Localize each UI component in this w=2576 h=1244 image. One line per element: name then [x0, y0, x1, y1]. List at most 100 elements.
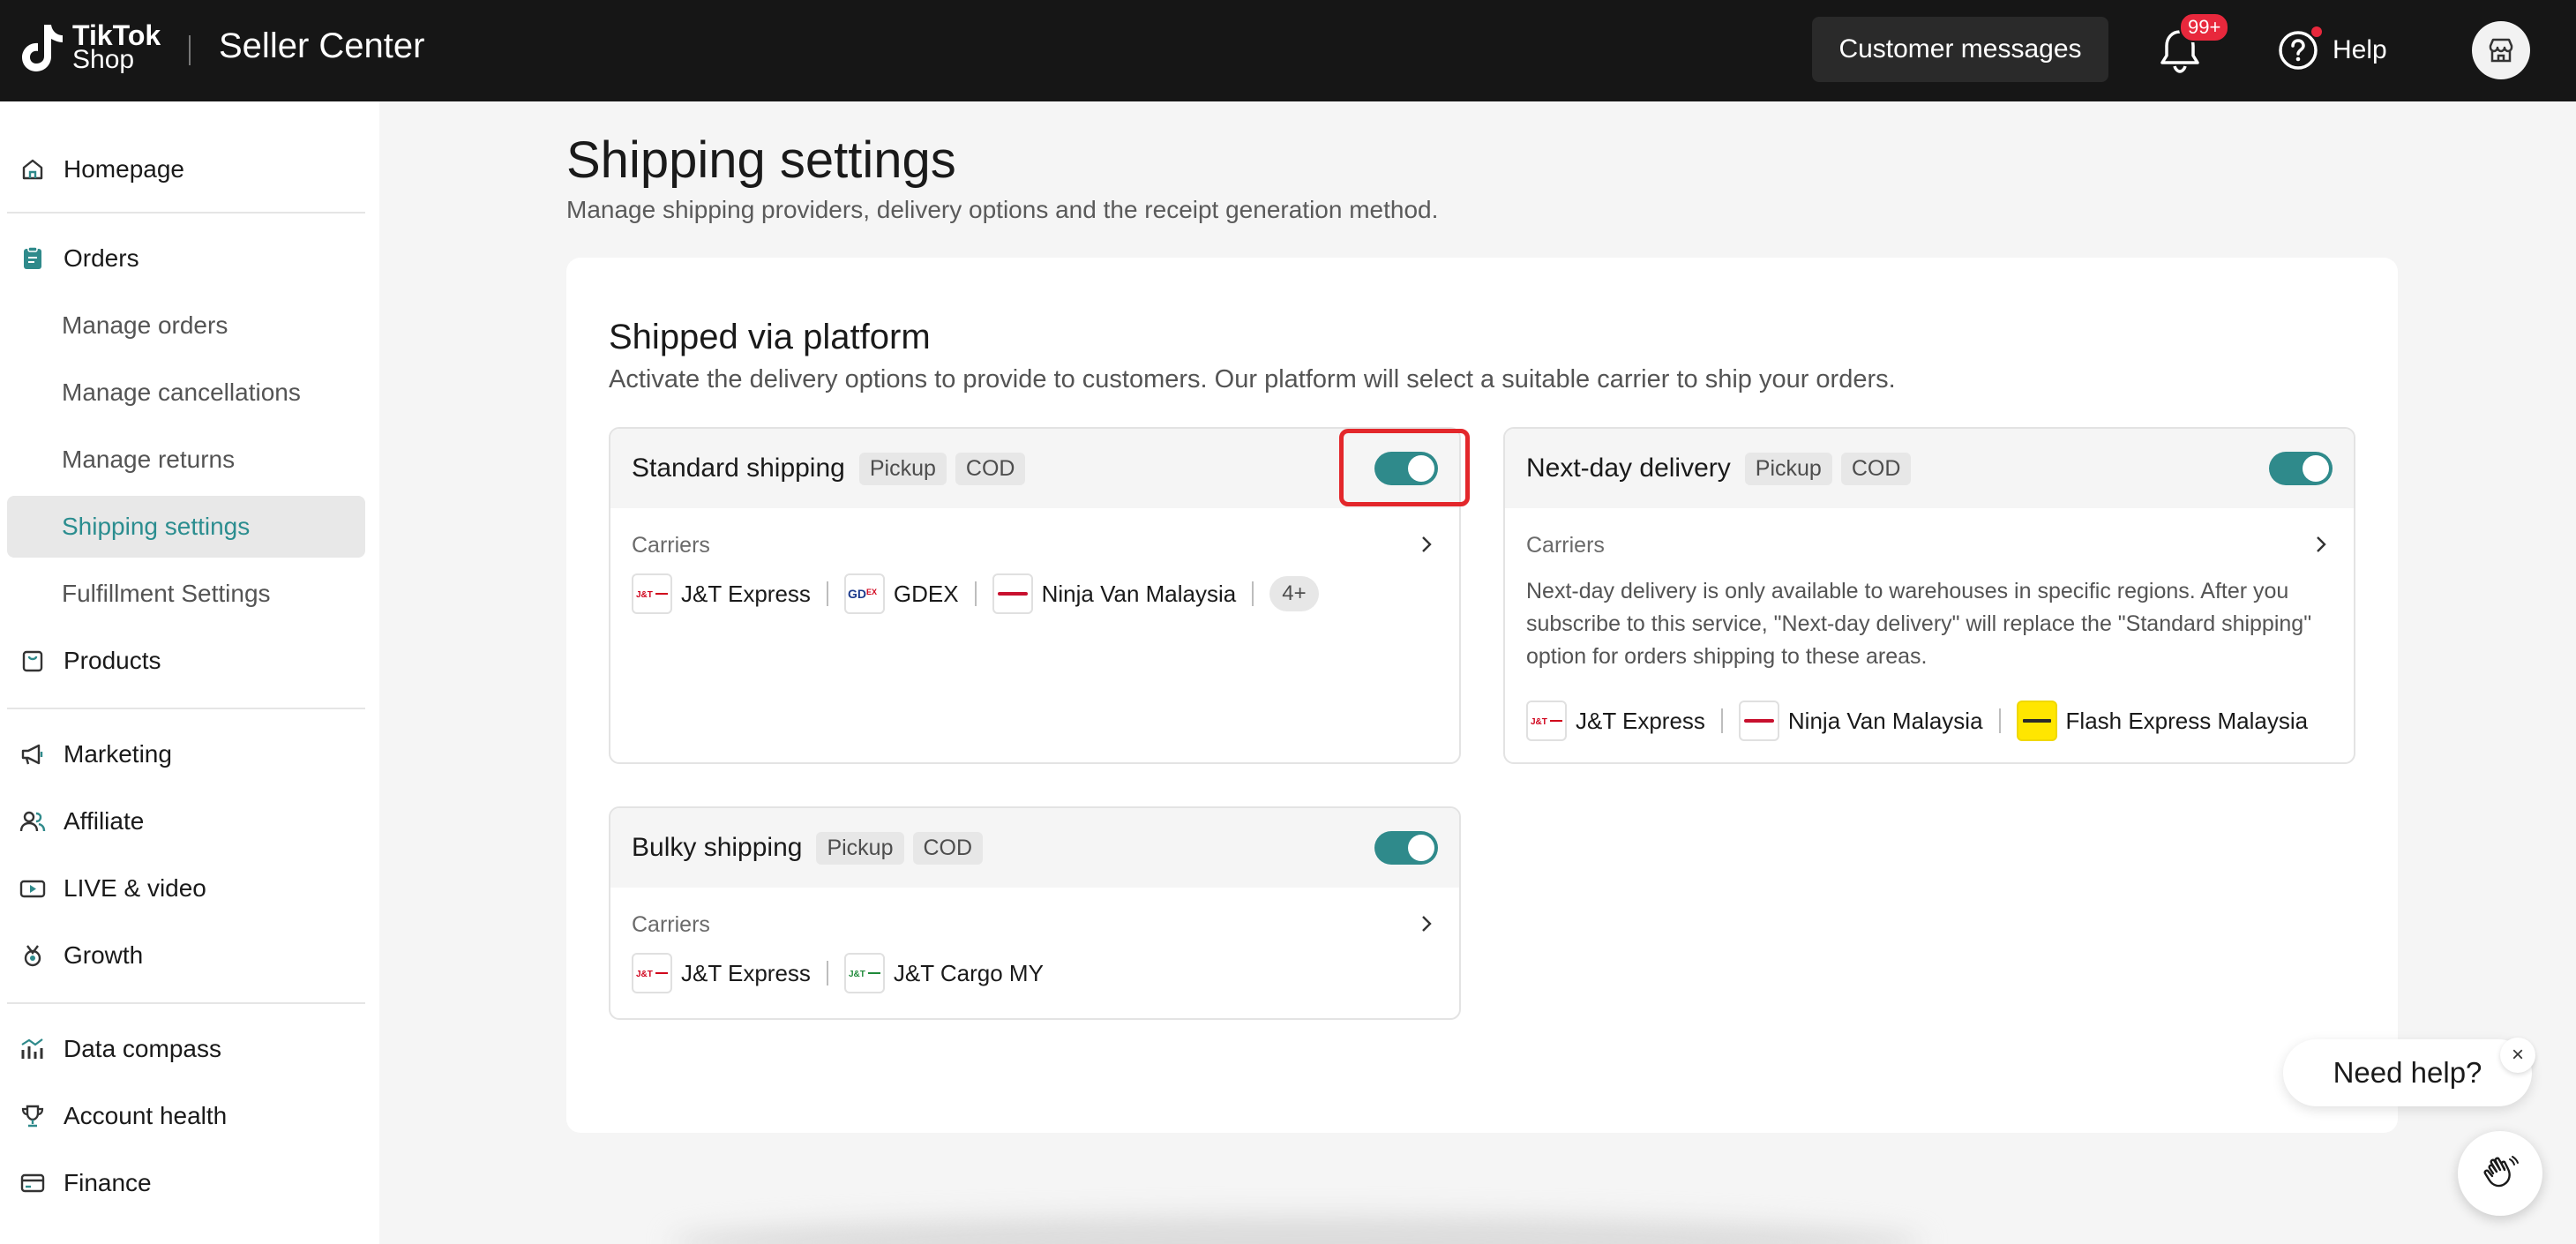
orders-icon — [19, 245, 46, 272]
home-icon — [19, 156, 46, 183]
sidebar-item-manage-orders[interactable]: Manage orders — [7, 295, 365, 356]
svg-text:J&T: J&T — [636, 970, 653, 979]
trophy-icon — [19, 1103, 46, 1129]
affiliate-icon — [19, 808, 46, 835]
logo-line-1: TikTok — [72, 19, 161, 51]
carrier-name: J&T Express — [1576, 707, 1705, 734]
help-alert-dot — [2311, 26, 2322, 37]
card-header: Standard shipping Pickup COD — [610, 429, 1459, 508]
gdex-logo-icon: GD EX — [843, 573, 885, 614]
bulky-shipping-card: Bulky shipping Pickup COD Carriers J&T J… — [609, 806, 1461, 1020]
logo-divider — [189, 35, 191, 65]
carrier-separator — [1720, 708, 1723, 733]
card-header: Next-day delivery Pickup COD — [1505, 429, 2354, 508]
carriers-label: Carriers — [632, 912, 710, 937]
store-avatar[interactable] — [2472, 21, 2530, 79]
toggle-knob — [1408, 835, 1434, 861]
carrier-list: J&T J&T Express J&T J&T Cargo MY — [632, 953, 1044, 993]
pickup-tag: Pickup — [1744, 452, 1832, 485]
carrier-name: J&T Express — [681, 580, 811, 607]
next-day-delivery-card: Next-day delivery Pickup COD Carriers Ne… — [1503, 427, 2355, 764]
carrier-separator — [1998, 708, 2001, 733]
jt-express-logo-icon: J&T — [632, 953, 672, 993]
jt-express-logo-icon: J&T — [1526, 701, 1567, 741]
ninja-van-logo-icon — [992, 573, 1033, 614]
sidebar-item-account-health[interactable]: Account health — [7, 1085, 365, 1147]
page-title: Shipping settings — [566, 131, 956, 189]
pickup-tag: Pickup — [858, 452, 947, 485]
sidebar-item-finance[interactable]: Finance — [7, 1152, 365, 1214]
jt-cargo-logo-icon: J&T — [843, 953, 885, 993]
carriers-label: Carriers — [1526, 533, 1605, 558]
customer-messages-button[interactable]: Customer messages — [1812, 17, 2108, 82]
card-icon — [19, 1170, 46, 1196]
sidebar-item-label: Growth — [64, 941, 144, 969]
carriers-label: Carriers — [632, 533, 710, 558]
sidebar-divider — [7, 1002, 365, 1004]
tiktok-shop-logo[interactable]: TikTok Shop — [18, 21, 161, 74]
store-icon — [2489, 38, 2513, 63]
help-chat-button[interactable] — [2458, 1131, 2542, 1216]
sidebar-item-label: Products — [64, 647, 161, 674]
svg-text:EX: EX — [866, 588, 877, 596]
cod-tag: COD — [955, 452, 1026, 485]
carrier-name: Ninja Van Malaysia — [1041, 580, 1237, 607]
carrier-list: J&T J&T Express Ninja Van Malaysia Flash… — [1526, 701, 2308, 741]
sidebar-item-orders[interactable]: Orders — [7, 228, 365, 289]
sidebar: Homepage Orders Manage orders Manage can… — [0, 101, 379, 1244]
next-day-delivery-toggle[interactable] — [2269, 452, 2333, 485]
sidebar-item-data-compass[interactable]: Data compass — [7, 1018, 365, 1080]
card-title: Standard shipping — [632, 453, 845, 483]
sidebar-item-marketing[interactable]: Marketing — [7, 723, 365, 785]
help-button[interactable]: Help — [2278, 26, 2387, 71]
flash-express-logo-icon — [2016, 701, 2057, 741]
sidebar-item-label: LIVE & video — [64, 874, 206, 902]
sidebar-item-fulfillment-settings[interactable]: Fulfillment Settings — [7, 563, 365, 625]
next-day-description: Next-day delivery is only available to w… — [1526, 579, 2312, 669]
carrier-name: J&T Cargo MY — [893, 959, 1044, 986]
sidebar-item-shipping-settings[interactable]: Shipping settings — [7, 496, 365, 558]
chevron-right-icon[interactable] — [2311, 535, 2331, 554]
sidebar-item-growth[interactable]: Growth — [7, 925, 365, 986]
close-help-button[interactable]: × — [2500, 1038, 2535, 1073]
jt-express-logo-icon: J&T — [632, 573, 672, 614]
carrier-separator — [1252, 581, 1254, 606]
bottom-shadow — [670, 1216, 1923, 1244]
card-title: Next-day delivery — [1526, 453, 1731, 483]
need-help-bubble[interactable]: Need help? — [2283, 1039, 2532, 1106]
section-subtitle: Activate the delivery options to provide… — [609, 365, 1896, 393]
help-circle-icon — [2278, 26, 2322, 71]
sidebar-item-label: Manage orders — [62, 311, 228, 339]
sidebar-item-homepage[interactable]: Homepage — [7, 139, 365, 200]
sidebar-item-manage-cancellations[interactable]: Manage cancellations — [7, 362, 365, 423]
waving-hand-icon — [2483, 1156, 2519, 1188]
help-label: Help — [2333, 35, 2387, 64]
megaphone-icon — [19, 741, 46, 768]
carrier-name: Flash Express Malaysia — [2065, 707, 2309, 734]
sidebar-item-products[interactable]: Products — [7, 630, 365, 692]
sidebar-item-live-video[interactable]: LIVE & video — [7, 858, 365, 919]
top-bar: TikTok Shop Seller Center Customer messa… — [0, 0, 2576, 101]
sidebar-item-label: Orders — [64, 244, 139, 272]
page-subtitle: Manage shipping providers, delivery opti… — [566, 196, 1439, 223]
sidebar-item-label: Manage returns — [62, 446, 236, 473]
carrier-name: GDEX — [893, 580, 959, 607]
chart-icon — [19, 1036, 46, 1062]
svg-text:J&T: J&T — [1531, 717, 1547, 727]
video-icon — [19, 875, 46, 902]
chevron-right-icon[interactable] — [1417, 914, 1436, 933]
sidebar-item-manage-returns[interactable]: Manage returns — [7, 429, 365, 491]
carrier-name: J&T Express — [681, 959, 811, 986]
carrier-separator — [826, 581, 828, 606]
sidebar-item-label: Shipping settings — [62, 513, 251, 540]
chevron-right-icon[interactable] — [1417, 535, 1436, 554]
toggle-knob — [2303, 455, 2329, 482]
card-title: Bulky shipping — [632, 833, 803, 862]
sidebar-item-affiliate[interactable]: Affiliate — [7, 791, 365, 852]
bulky-shipping-toggle[interactable] — [1374, 831, 1438, 865]
more-carriers-badge[interactable]: 4+ — [1269, 576, 1319, 611]
carrier-name: Ninja Van Malaysia — [1787, 707, 1983, 734]
section-title: Shipped via platform — [609, 318, 931, 356]
tiktok-logo-icon — [18, 21, 64, 74]
notification-count-badge: 99+ — [2179, 12, 2230, 42]
